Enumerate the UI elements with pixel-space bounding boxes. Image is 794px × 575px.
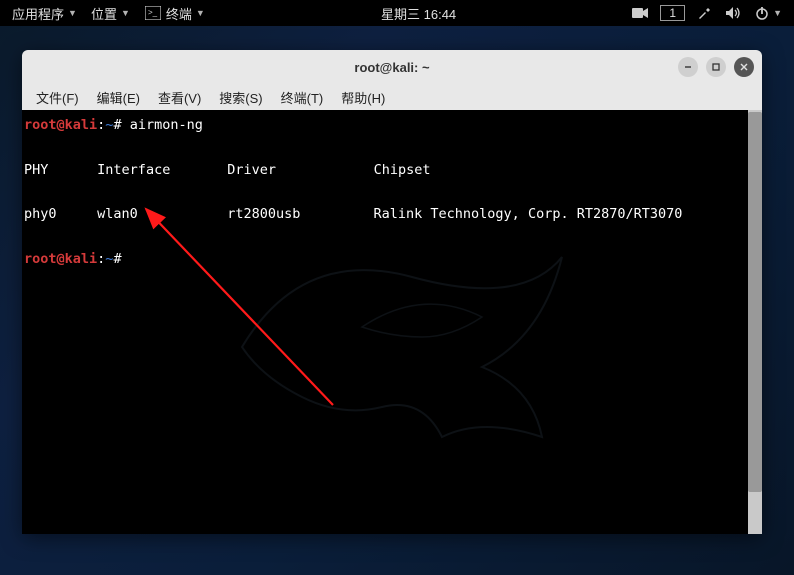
minimize-button[interactable] <box>678 57 698 77</box>
menu-view[interactable]: 查看(V) <box>150 86 209 109</box>
places-label: 位置 <box>91 4 117 23</box>
terminal-output: root@kali:~# airmon-ng PHY Interface Dri… <box>24 114 746 270</box>
header-interface: Interface <box>97 162 170 178</box>
scrollbar[interactable] <box>748 110 762 534</box>
menu-file[interactable]: 文件(F) <box>28 86 87 109</box>
applications-label: 应用程序 <box>12 4 64 23</box>
places-menu[interactable]: 位置 ▼ <box>85 4 136 23</box>
dropper-icon[interactable] <box>691 6 717 20</box>
cell-interface: wlan0 <box>97 206 138 222</box>
prompt-symbol: # <box>113 251 121 267</box>
prompt-user: root@kali <box>24 251 97 267</box>
menubar: 文件(F) 编辑(E) 查看(V) 搜索(S) 终端(T) 帮助(H) <box>22 84 762 110</box>
cell-chipset: Ralink Technology, Corp. RT2870/RT3070 <box>374 206 683 222</box>
chevron-down-icon: ▼ <box>121 8 130 18</box>
terminal-window: root@kali: ~ 文件(F) 编辑(E) 查看(V) 搜索(S) 终端(… <box>22 50 762 534</box>
clock[interactable]: 星期三 16:44 <box>375 4 462 23</box>
command-text: airmon-ng <box>130 117 203 133</box>
menu-terminal[interactable]: 终端(T) <box>273 86 332 109</box>
cell-phy: phy0 <box>24 206 57 222</box>
power-menu[interactable]: ▼ <box>749 6 788 20</box>
prompt-user: root@kali <box>24 117 97 133</box>
prompt-symbol: # <box>113 117 121 133</box>
cell-driver: rt2800usb <box>227 206 300 222</box>
terminal-icon: >_ <box>144 6 162 20</box>
menu-edit[interactable]: 编辑(E) <box>89 86 148 109</box>
terminal-body[interactable]: root@kali:~# airmon-ng PHY Interface Dri… <box>22 110 762 534</box>
svg-text:>_: >_ <box>148 8 158 17</box>
clock-label: 星期三 16:44 <box>381 4 456 23</box>
close-button[interactable] <box>734 57 754 77</box>
header-chipset: Chipset <box>374 162 431 178</box>
header-driver: Driver <box>227 162 276 178</box>
menu-help[interactable]: 帮助(H) <box>333 86 393 109</box>
scrollbar-thumb[interactable] <box>748 112 762 492</box>
chevron-down-icon: ▼ <box>68 8 77 18</box>
terminal-launcher-label: 终端 <box>166 4 192 23</box>
applications-menu[interactable]: 应用程序 ▼ <box>6 4 83 23</box>
workspace-indicator[interactable]: 1 <box>660 5 685 21</box>
volume-icon[interactable] <box>719 6 747 20</box>
maximize-button[interactable] <box>706 57 726 77</box>
header-phy: PHY <box>24 162 48 178</box>
menu-search[interactable]: 搜索(S) <box>211 86 270 109</box>
workspace-number: 1 <box>669 6 676 20</box>
terminal-launcher[interactable]: >_ 终端 ▼ <box>138 4 211 23</box>
video-recorder-icon[interactable] <box>626 7 654 19</box>
window-titlebar[interactable]: root@kali: ~ <box>22 50 762 84</box>
chevron-down-icon: ▼ <box>773 8 782 18</box>
top-panel: 应用程序 ▼ 位置 ▼ >_ 终端 ▼ 星期三 16:44 1 <box>0 0 794 26</box>
window-title: root@kali: ~ <box>354 60 429 75</box>
chevron-down-icon: ▼ <box>196 8 205 18</box>
